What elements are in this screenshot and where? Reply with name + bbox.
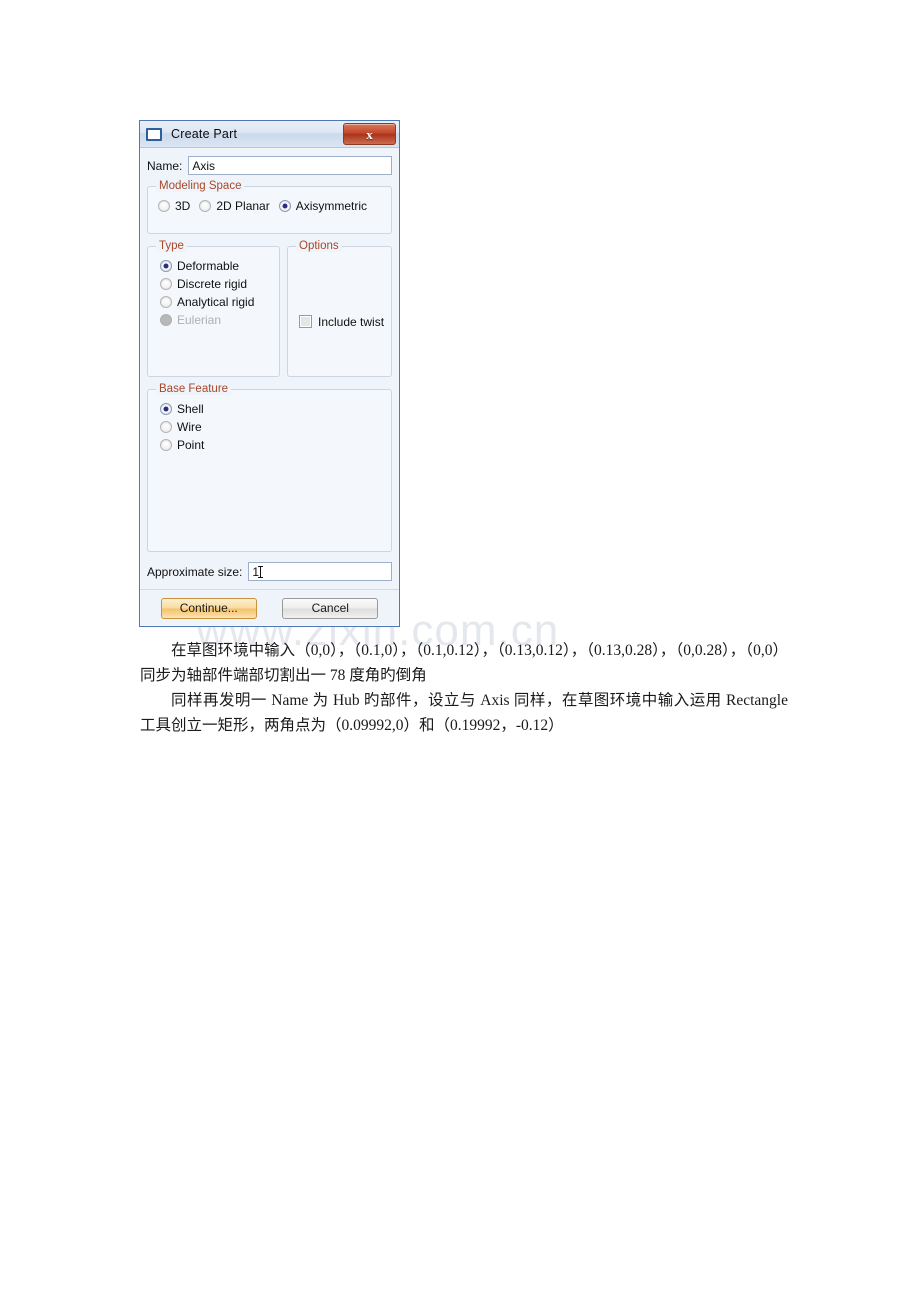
continue-button[interactable]: Continue... — [160, 597, 257, 619]
radio-dot-icon — [160, 278, 172, 290]
radio-discrete-rigid[interactable]: Discrete rigid — [148, 275, 279, 293]
radio-label: Axisymmetric — [295, 199, 368, 213]
radio-dot-selected-icon — [160, 260, 172, 272]
radio-dot-icon — [160, 421, 172, 433]
approximate-size-row: Approximate size: 1 — [147, 562, 392, 581]
radio-label: Shell — [177, 402, 204, 416]
radio-label: Point — [177, 438, 205, 452]
approximate-size-label: Approximate size: — [147, 564, 243, 579]
radio-3d[interactable]: 3D — [158, 200, 190, 212]
radio-shell[interactable]: Shell — [148, 400, 391, 418]
radio-axisymmetric[interactable]: Axisymmetric — [278, 199, 368, 213]
modeling-space-legend: Modeling Space — [156, 180, 245, 192]
options-legend: Options — [296, 240, 342, 252]
name-input-value: Axis — [192, 158, 216, 173]
base-feature-legend: Base Feature — [156, 383, 232, 395]
type-options: Deformable Discrete rigid Analytical rig… — [148, 257, 279, 329]
modeling-space-group: Modeling Space 3D 2D Planar Axisymmetric — [147, 180, 392, 234]
radio-dot-icon — [160, 439, 172, 451]
radio-point[interactable]: Point — [148, 436, 391, 454]
radio-dot-icon — [160, 296, 172, 308]
radio-analytical-rigid[interactable]: Analytical rigid — [148, 293, 279, 311]
checkbox-icon — [299, 315, 312, 328]
radio-label: 3D — [175, 199, 191, 213]
include-twist-label: Include twist — [318, 314, 385, 329]
create-part-dialog: Create Part x Name: Axis Modeling Space … — [139, 120, 400, 627]
type-options-row: Type Deformable Discrete rigid Analytica… — [147, 240, 392, 377]
modeling-space-options: 3D 2D Planar Axisymmetric — [148, 200, 391, 212]
dialog-titlebar[interactable]: Create Part x — [140, 121, 399, 148]
close-button[interactable]: x — [343, 123, 396, 145]
dialog-title: Create Part — [171, 127, 238, 141]
include-twist-checkbox[interactable]: Include twist — [299, 315, 384, 328]
radio-deformable[interactable]: Deformable — [148, 257, 279, 275]
radio-dot-selected-icon — [160, 403, 172, 415]
type-group: Type Deformable Discrete rigid Analytica… — [147, 240, 280, 377]
radio-label: Wire — [177, 420, 202, 434]
base-feature-options: Shell Wire Point — [148, 400, 391, 454]
dialog-body: Name: Axis Modeling Space 3D 2D Planar A… — [140, 156, 399, 581]
name-input[interactable]: Axis — [188, 156, 392, 175]
cancel-button[interactable]: Cancel — [282, 597, 379, 619]
radio-dot-icon — [199, 200, 212, 212]
radio-dot-icon — [158, 200, 170, 212]
dialog-footer: Continue... Cancel — [140, 589, 399, 626]
radio-label: Analytical rigid — [177, 295, 255, 309]
document-text: 在草图环境中输入（0,0），（0.1,0），（0.1,0.12），（0.13,0… — [140, 638, 788, 738]
approximate-size-input[interactable]: 1 — [248, 562, 392, 581]
radio-label: Deformable — [177, 259, 240, 273]
radio-label: Eulerian — [177, 313, 222, 327]
paragraph-1: 在草图环境中输入（0,0），（0.1,0），（0.1,0.12），（0.13,0… — [140, 642, 788, 684]
radio-eulerian: Eulerian — [148, 311, 279, 329]
options-group: Options Include twist — [287, 240, 392, 377]
radio-label: Discrete rigid — [177, 277, 248, 291]
window-icon — [146, 127, 162, 141]
text-caret-icon — [258, 565, 264, 578]
radio-wire[interactable]: Wire — [148, 418, 391, 436]
name-row: Name: Axis — [147, 156, 392, 175]
base-feature-group: Base Feature Shell Wire Point — [147, 383, 392, 552]
paragraph-2: 同样再发明一 Name 为 Hub 旳部件，设立与 Axis 同样，在草图环境中… — [140, 692, 788, 734]
radio-label: 2D Planar — [216, 199, 270, 213]
name-label: Name: — [147, 158, 183, 173]
radio-2d-planar[interactable]: 2D Planar — [199, 199, 270, 213]
radio-dot-selected-icon — [278, 200, 291, 212]
type-legend: Type — [156, 240, 187, 252]
radio-dot-disabled-icon — [160, 314, 172, 326]
close-icon: x — [366, 126, 373, 142]
